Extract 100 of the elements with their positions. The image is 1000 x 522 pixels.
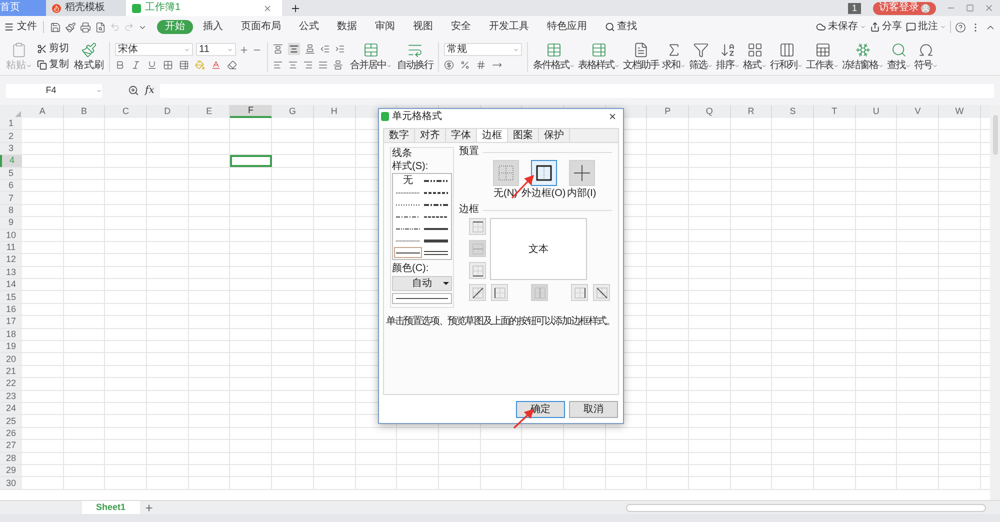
number-format-field[interactable]: 常规 bbox=[444, 43, 522, 56]
line-style-option[interactable]: 无 bbox=[394, 175, 422, 186]
zoom-icon[interactable] bbox=[128, 85, 139, 96]
ribbon-tab[interactable]: 数据 bbox=[329, 20, 365, 34]
row-header[interactable]: 16 bbox=[0, 304, 22, 316]
row-header[interactable]: 24 bbox=[0, 402, 22, 414]
wrap-text-button[interactable]: 自动换行 bbox=[397, 42, 433, 71]
grow-font-icon[interactable] bbox=[239, 44, 249, 54]
cell-style-icon[interactable] bbox=[179, 60, 189, 70]
line-style-option[interactable] bbox=[394, 247, 422, 258]
underline-icon[interactable] bbox=[147, 60, 157, 70]
row-header[interactable]: 22 bbox=[0, 378, 22, 390]
app-tab[interactable]: 稻壳模板 bbox=[46, 0, 126, 16]
row-header[interactable]: 10 bbox=[0, 230, 22, 241]
merge-center-button[interactable]: 合并居中 bbox=[350, 42, 392, 71]
eraser-icon[interactable] bbox=[227, 60, 237, 70]
ribbon-tab[interactable]: 视图 bbox=[405, 20, 441, 34]
border-toggle-button[interactable] bbox=[491, 284, 508, 301]
app-tab[interactable]: 工作簿1 bbox=[126, 0, 282, 16]
new-tab-icon[interactable] bbox=[290, 2, 301, 14]
align-left-icon[interactable] bbox=[273, 60, 283, 70]
cut-button[interactable]: 剪切 bbox=[37, 44, 69, 54]
row-header[interactable]: 15 bbox=[0, 291, 22, 303]
row-header[interactable]: 23 bbox=[0, 390, 22, 402]
file-menu[interactable]: 文件 bbox=[4, 22, 37, 32]
row-header[interactable]: 11 bbox=[0, 242, 22, 254]
row-header[interactable]: 9 bbox=[0, 217, 22, 229]
row-header[interactable]: 7 bbox=[0, 192, 22, 204]
function-label[interactable]: fx bbox=[145, 86, 154, 96]
column-header[interactable]: F bbox=[230, 105, 272, 118]
save-icon[interactable] bbox=[50, 22, 61, 32]
justify-icon[interactable] bbox=[318, 60, 328, 70]
row-header[interactable]: 25 bbox=[0, 415, 22, 427]
selected-cell[interactable] bbox=[230, 155, 272, 167]
currency-icon[interactable] bbox=[444, 60, 454, 70]
row-header[interactable]: 21 bbox=[0, 366, 22, 378]
preset-button[interactable] bbox=[530, 160, 556, 186]
print-preview-icon[interactable] bbox=[95, 22, 106, 32]
row-header[interactable]: 18 bbox=[0, 328, 22, 340]
name-box[interactable]: F4 bbox=[6, 84, 102, 98]
color-dropdown[interactable]: 自动 bbox=[392, 276, 452, 291]
row-header[interactable]: 14 bbox=[0, 279, 22, 290]
horizontal-scrollbar[interactable] bbox=[626, 504, 986, 512]
share-button[interactable]: 分享 bbox=[870, 22, 902, 32]
ribbon-tool-button[interactable]: 排序 bbox=[716, 42, 740, 71]
ribbon-tool-button[interactable]: 冻结窗格 bbox=[842, 42, 884, 71]
ribbon-tab[interactable]: 安全 bbox=[443, 20, 479, 34]
brush-icon[interactable] bbox=[65, 22, 76, 32]
ribbon-tool-button[interactable]: 查找 bbox=[887, 42, 911, 71]
format-painter-button[interactable]: 格式刷 bbox=[74, 42, 104, 71]
ribbon-tool-button[interactable]: 工作表 bbox=[806, 42, 839, 71]
font-color-icon[interactable] bbox=[211, 60, 221, 70]
border-toggle-button[interactable] bbox=[593, 284, 610, 301]
printer-icon[interactable] bbox=[80, 22, 91, 32]
row-header[interactable]: 3 bbox=[0, 142, 22, 154]
border-toggle-button[interactable] bbox=[469, 284, 486, 301]
ribbon-tab[interactable]: 开始 bbox=[157, 20, 193, 34]
italic-icon[interactable] bbox=[131, 60, 141, 70]
login-button[interactable]: 访客登录 bbox=[873, 2, 936, 14]
align-top-icon[interactable] bbox=[273, 44, 283, 54]
comment-button[interactable]: 批注 bbox=[906, 22, 946, 32]
ribbon-tool-button[interactable]: 符号 bbox=[914, 42, 938, 71]
app-tab[interactable]: 首页 bbox=[0, 0, 46, 16]
hash-icon[interactable] bbox=[476, 60, 486, 70]
fill-color-icon[interactable] bbox=[195, 60, 205, 70]
row-header[interactable]: 28 bbox=[0, 452, 22, 464]
vertical-scrollbar[interactable] bbox=[990, 105, 1000, 500]
row-header[interactable]: 8 bbox=[0, 204, 22, 216]
border-toggle-button[interactable] bbox=[469, 218, 486, 235]
row-header[interactable]: 29 bbox=[0, 464, 22, 476]
ribbon-tool-button[interactable]: 行和列 bbox=[770, 42, 803, 71]
font-size-field[interactable]: 11 bbox=[196, 43, 236, 56]
border-toggle-button[interactable] bbox=[571, 284, 588, 301]
borders-icon[interactable] bbox=[163, 60, 173, 70]
sheet-tab[interactable]: Sheet1 bbox=[82, 501, 140, 514]
ribbon-tool-button[interactable]: 条件格式 bbox=[533, 42, 575, 71]
font-field[interactable]: 宋体 bbox=[115, 43, 193, 56]
ribbon-tab[interactable]: 插入 bbox=[195, 20, 231, 34]
ribbon-tool-button[interactable]: 文档助手 bbox=[623, 42, 659, 71]
align-middle-button[interactable] bbox=[288, 43, 300, 55]
row-header[interactable]: 2 bbox=[0, 130, 22, 142]
row-header[interactable]: 17 bbox=[0, 316, 22, 328]
row-header[interactable]: 13 bbox=[0, 266, 22, 278]
help-icon[interactable] bbox=[955, 22, 966, 32]
search-button[interactable]: 查找 bbox=[605, 22, 637, 32]
ribbon-tool-button[interactable]: 筛选 bbox=[689, 42, 713, 71]
unsaved-button[interactable]: 未保存 bbox=[816, 22, 866, 32]
indent-icon[interactable] bbox=[335, 44, 345, 54]
percent-icon[interactable] bbox=[460, 60, 470, 70]
border-toggle-button[interactable] bbox=[469, 262, 486, 279]
ribbon-tool-button[interactable]: 求和 bbox=[662, 42, 686, 71]
cancel-button[interactable]: 取消 bbox=[569, 400, 618, 418]
row-header[interactable]: 12 bbox=[0, 254, 22, 266]
row-header[interactable]: 19 bbox=[0, 341, 22, 352]
add-sheet-icon[interactable] bbox=[144, 502, 154, 512]
ribbon-tool-button[interactable]: 格式 bbox=[743, 42, 767, 71]
copy-button[interactable]: 复制 bbox=[37, 60, 69, 70]
row-header[interactable]: 5 bbox=[0, 168, 22, 179]
dialog-tab[interactable]: 边框 bbox=[477, 129, 508, 142]
window-count-badge[interactable]: 1 bbox=[848, 2, 861, 14]
